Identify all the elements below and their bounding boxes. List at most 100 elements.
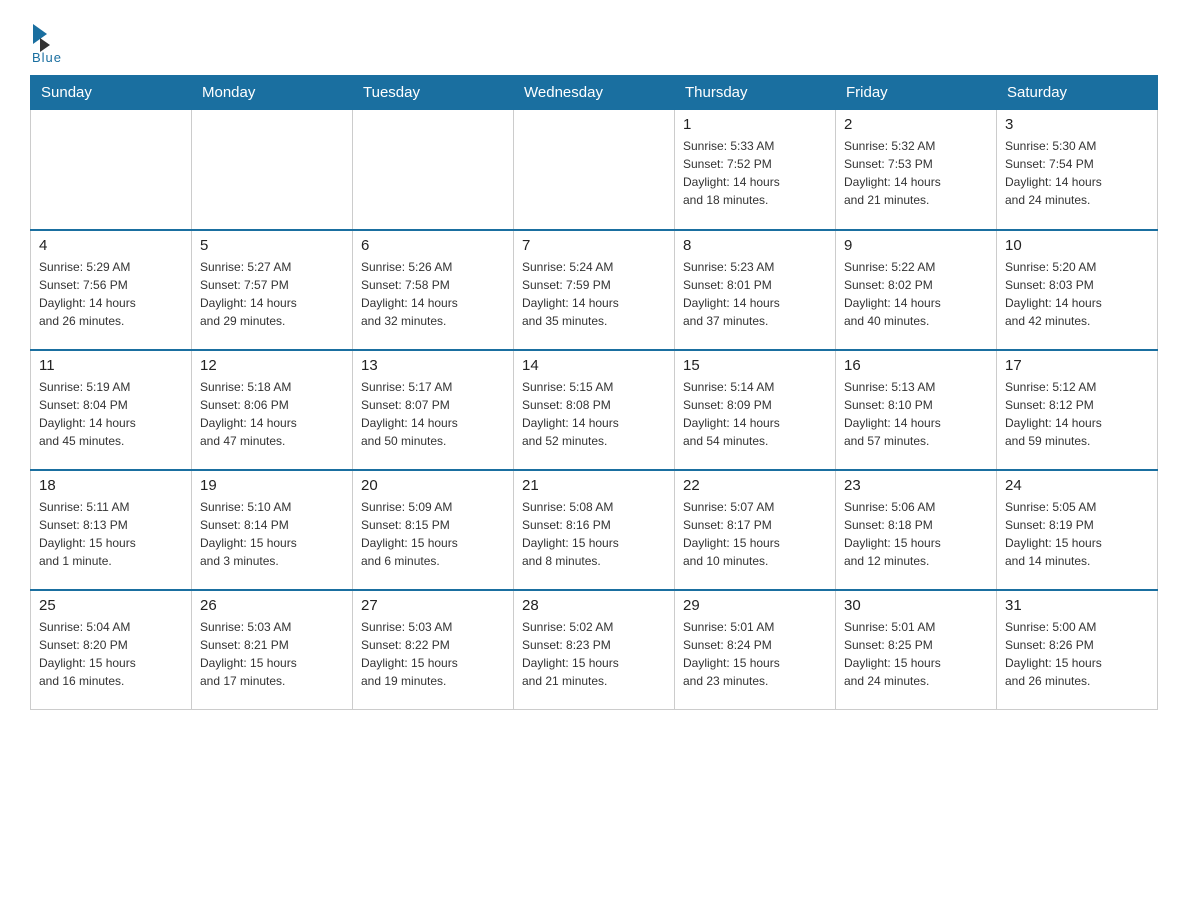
calendar-day-cell: 6 Sunrise: 5:26 AM Sunset: 7:58 PM Daylig… bbox=[353, 230, 514, 350]
day-info: Sunrise: 5:02 AM Sunset: 8:23 PM Dayligh… bbox=[522, 618, 666, 690]
day-info: Sunrise: 5:33 AM Sunset: 7:52 PM Dayligh… bbox=[683, 137, 827, 209]
calendar-day-cell: 30 Sunrise: 5:01 AM Sunset: 8:25 PM Dayli… bbox=[836, 590, 997, 710]
day-info: Sunrise: 5:14 AM Sunset: 8:09 PM Dayligh… bbox=[683, 378, 827, 450]
calendar-day-cell: 4 Sunrise: 5:29 AM Sunset: 7:56 PM Daylig… bbox=[31, 230, 192, 350]
day-info: Sunrise: 5:15 AM Sunset: 8:08 PM Dayligh… bbox=[522, 378, 666, 450]
day-info: Sunrise: 5:19 AM Sunset: 8:04 PM Dayligh… bbox=[39, 378, 183, 450]
day-info: Sunrise: 5:01 AM Sunset: 8:25 PM Dayligh… bbox=[844, 618, 988, 690]
calendar-day-cell: 18 Sunrise: 5:11 AM Sunset: 8:13 PM Dayli… bbox=[31, 470, 192, 590]
day-number: 3 bbox=[1005, 116, 1149, 133]
day-number: 10 bbox=[1005, 237, 1149, 254]
day-number: 20 bbox=[361, 477, 505, 494]
day-info: Sunrise: 5:24 AM Sunset: 7:59 PM Dayligh… bbox=[522, 258, 666, 330]
day-of-week-header: Saturday bbox=[997, 76, 1158, 110]
day-info: Sunrise: 5:17 AM Sunset: 8:07 PM Dayligh… bbox=[361, 378, 505, 450]
day-of-week-header: Monday bbox=[192, 76, 353, 110]
calendar-day-cell: 5Sunrise: 5:27 AM Sunset: 7:57 PM Daylig… bbox=[192, 230, 353, 350]
day-info: Sunrise: 5:20 AM Sunset: 8:03 PM Dayligh… bbox=[1005, 258, 1149, 330]
day-info: Sunrise: 5:29 AM Sunset: 7:56 PM Dayligh… bbox=[39, 258, 183, 330]
calendar-week-row: 11 Sunrise: 5:19 AM Sunset: 8:04 PM Dayli… bbox=[31, 350, 1158, 470]
day-number: 31 bbox=[1005, 597, 1149, 614]
day-info: Sunrise: 5:27 AM Sunset: 7:57 PM Dayligh… bbox=[200, 258, 344, 330]
calendar-day-cell: 23Sunrise: 5:06 AM Sunset: 8:18 PM Dayli… bbox=[836, 470, 997, 590]
day-info: Sunrise: 5:26 AM Sunset: 7:58 PM Dayligh… bbox=[361, 258, 505, 330]
day-number: 15 bbox=[683, 357, 827, 374]
calendar-table: SundayMondayTuesdayWednesdayThursdayFrid… bbox=[30, 75, 1158, 710]
calendar-day-cell: 31 Sunrise: 5:00 AM Sunset: 8:26 PM Dayli… bbox=[997, 590, 1158, 710]
day-info: Sunrise: 5:05 AM Sunset: 8:19 PM Dayligh… bbox=[1005, 498, 1149, 570]
calendar-day-cell: 21 Sunrise: 5:08 AM Sunset: 8:16 PM Dayli… bbox=[514, 470, 675, 590]
logo-bottom-text: Blue bbox=[32, 50, 62, 65]
day-number: 1 bbox=[683, 116, 827, 133]
calendar-day-cell: 9Sunrise: 5:22 AM Sunset: 8:02 PM Daylig… bbox=[836, 230, 997, 350]
logo: Blue bbox=[30, 20, 62, 65]
day-info: Sunrise: 5:00 AM Sunset: 8:26 PM Dayligh… bbox=[1005, 618, 1149, 690]
calendar-day-cell: 27Sunrise: 5:03 AM Sunset: 8:22 PM Dayli… bbox=[353, 590, 514, 710]
day-info: Sunrise: 5:04 AM Sunset: 8:20 PM Dayligh… bbox=[39, 618, 183, 690]
day-number: 29 bbox=[683, 597, 827, 614]
day-number: 24 bbox=[1005, 477, 1149, 494]
day-info: Sunrise: 5:13 AM Sunset: 8:10 PM Dayligh… bbox=[844, 378, 988, 450]
day-number: 13 bbox=[361, 357, 505, 374]
day-of-week-header: Friday bbox=[836, 76, 997, 110]
calendar-day-cell: 1 Sunrise: 5:33 AM Sunset: 7:52 PM Daylig… bbox=[675, 110, 836, 230]
day-info: Sunrise: 5:10 AM Sunset: 8:14 PM Dayligh… bbox=[200, 498, 344, 570]
day-number: 28 bbox=[522, 597, 666, 614]
day-number: 19 bbox=[200, 477, 344, 494]
page-header: Blue bbox=[30, 20, 1158, 65]
calendar-day-cell: 26 Sunrise: 5:03 AM Sunset: 8:21 PM Dayli… bbox=[192, 590, 353, 710]
calendar-day-cell bbox=[514, 110, 675, 230]
calendar-day-cell: 24 Sunrise: 5:05 AM Sunset: 8:19 PM Dayli… bbox=[997, 470, 1158, 590]
day-number: 11 bbox=[39, 357, 183, 374]
calendar-day-cell: 19 Sunrise: 5:10 AM Sunset: 8:14 PM Dayli… bbox=[192, 470, 353, 590]
calendar-day-cell: 17 Sunrise: 5:12 AM Sunset: 8:12 PM Dayli… bbox=[997, 350, 1158, 470]
day-info: Sunrise: 5:12 AM Sunset: 8:12 PM Dayligh… bbox=[1005, 378, 1149, 450]
day-number: 23 bbox=[844, 477, 988, 494]
day-of-week-header: Sunday bbox=[31, 76, 192, 110]
day-number: 16 bbox=[844, 357, 988, 374]
day-of-week-header: Thursday bbox=[675, 76, 836, 110]
day-info: Sunrise: 5:32 AM Sunset: 7:53 PM Dayligh… bbox=[844, 137, 988, 209]
day-info: Sunrise: 5:03 AM Sunset: 8:21 PM Dayligh… bbox=[200, 618, 344, 690]
calendar-day-cell bbox=[192, 110, 353, 230]
calendar-day-cell: 11 Sunrise: 5:19 AM Sunset: 8:04 PM Dayli… bbox=[31, 350, 192, 470]
day-number: 18 bbox=[39, 477, 183, 494]
day-number: 30 bbox=[844, 597, 988, 614]
day-number: 7 bbox=[522, 237, 666, 254]
day-info: Sunrise: 5:22 AM Sunset: 8:02 PM Dayligh… bbox=[844, 258, 988, 330]
day-info: Sunrise: 5:01 AM Sunset: 8:24 PM Dayligh… bbox=[683, 618, 827, 690]
day-of-week-header: Wednesday bbox=[514, 76, 675, 110]
day-info: Sunrise: 5:07 AM Sunset: 8:17 PM Dayligh… bbox=[683, 498, 827, 570]
day-info: Sunrise: 5:18 AM Sunset: 8:06 PM Dayligh… bbox=[200, 378, 344, 450]
calendar-day-cell: 20 Sunrise: 5:09 AM Sunset: 8:15 PM Dayli… bbox=[353, 470, 514, 590]
day-number: 4 bbox=[39, 237, 183, 254]
day-info: Sunrise: 5:08 AM Sunset: 8:16 PM Dayligh… bbox=[522, 498, 666, 570]
calendar-day-cell: 2 Sunrise: 5:32 AM Sunset: 7:53 PM Daylig… bbox=[836, 110, 997, 230]
day-of-week-header: Tuesday bbox=[353, 76, 514, 110]
day-info: Sunrise: 5:11 AM Sunset: 8:13 PM Dayligh… bbox=[39, 498, 183, 570]
calendar-day-cell bbox=[353, 110, 514, 230]
day-number: 21 bbox=[522, 477, 666, 494]
calendar-week-row: 1 Sunrise: 5:33 AM Sunset: 7:52 PM Daylig… bbox=[31, 110, 1158, 230]
day-info: Sunrise: 5:09 AM Sunset: 8:15 PM Dayligh… bbox=[361, 498, 505, 570]
day-number: 17 bbox=[1005, 357, 1149, 374]
calendar-day-cell: 16 Sunrise: 5:13 AM Sunset: 8:10 PM Dayli… bbox=[836, 350, 997, 470]
calendar-day-cell: 12 Sunrise: 5:18 AM Sunset: 8:06 PM Dayli… bbox=[192, 350, 353, 470]
calendar-week-row: 25 Sunrise: 5:04 AM Sunset: 8:20 PM Dayli… bbox=[31, 590, 1158, 710]
day-number: 6 bbox=[361, 237, 505, 254]
day-number: 2 bbox=[844, 116, 988, 133]
day-number: 12 bbox=[200, 357, 344, 374]
calendar-day-cell: 25 Sunrise: 5:04 AM Sunset: 8:20 PM Dayli… bbox=[31, 590, 192, 710]
calendar-week-row: 18 Sunrise: 5:11 AM Sunset: 8:13 PM Dayli… bbox=[31, 470, 1158, 590]
day-info: Sunrise: 5:23 AM Sunset: 8:01 PM Dayligh… bbox=[683, 258, 827, 330]
calendar-day-cell: 7 Sunrise: 5:24 AM Sunset: 7:59 PM Daylig… bbox=[514, 230, 675, 350]
calendar-day-cell: 8Sunrise: 5:23 AM Sunset: 8:01 PM Daylig… bbox=[675, 230, 836, 350]
day-info: Sunrise: 5:30 AM Sunset: 7:54 PM Dayligh… bbox=[1005, 137, 1149, 209]
day-number: 25 bbox=[39, 597, 183, 614]
calendar-day-cell: 22 Sunrise: 5:07 AM Sunset: 8:17 PM Dayli… bbox=[675, 470, 836, 590]
calendar-day-cell: 15 Sunrise: 5:14 AM Sunset: 8:09 PM Dayli… bbox=[675, 350, 836, 470]
day-number: 22 bbox=[683, 477, 827, 494]
calendar-day-cell: 28 Sunrise: 5:02 AM Sunset: 8:23 PM Dayli… bbox=[514, 590, 675, 710]
day-number: 26 bbox=[200, 597, 344, 614]
calendar-day-cell: 14Sunrise: 5:15 AM Sunset: 8:08 PM Dayli… bbox=[514, 350, 675, 470]
